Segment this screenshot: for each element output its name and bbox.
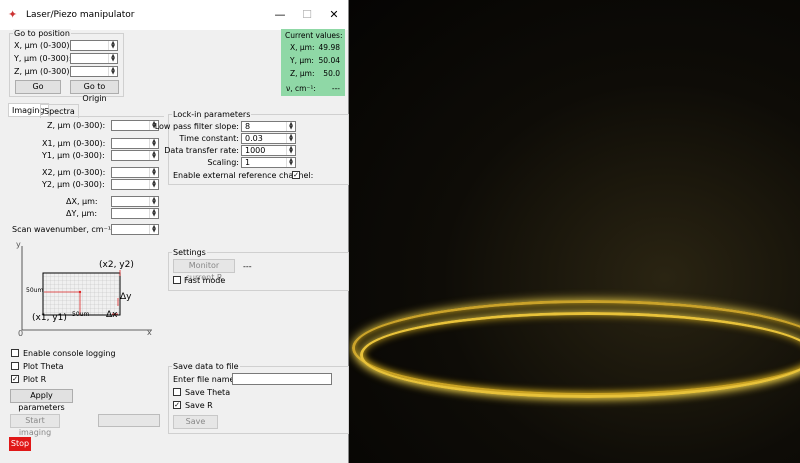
console-logging-checkbox[interactable] <box>11 349 19 357</box>
lpf-value: 8 <box>245 122 251 131</box>
current-x-value: 49.98 <box>318 43 340 52</box>
diagram-p2-label: (x2, y2) <box>99 260 134 270</box>
tc-label: Time constant: <box>179 134 239 143</box>
current-z-label: Z, µm: <box>290 69 315 78</box>
img-dy-input[interactable]: ▲ ▼ <box>111 208 159 219</box>
tc-value: 0.03 <box>245 134 263 143</box>
save-theta-label: Save Theta <box>185 388 231 397</box>
rate-input[interactable]: 1000 ▲ ▼ <box>241 145 296 156</box>
goto-y-label: Y, µm (0-300): <box>14 54 72 63</box>
diagram-y-axis-label: y <box>16 240 21 249</box>
file-name-label: Enter file name: <box>173 375 238 384</box>
img-scan-input[interactable]: ▲ ▼ <box>111 224 159 235</box>
img-x2-label: X2, µm (0-300): <box>42 168 106 177</box>
minimize-button[interactable]: — <box>270 7 290 23</box>
tc-input[interactable]: 0.03 ▲ ▼ <box>241 133 296 144</box>
current-v-value: --- <box>331 84 340 93</box>
img-z-label: Z, µm (0-300): <box>47 121 106 130</box>
go-button[interactable]: Go <box>15 80 61 94</box>
plot-theta-label: Plot Theta <box>23 362 64 371</box>
stop-button[interactable]: Stop <box>9 437 31 451</box>
lpf-input[interactable]: 8 ▲ ▼ <box>241 121 296 132</box>
app-icon: ✦ <box>8 8 18 21</box>
fast-mode-label: Fast mode <box>184 276 226 285</box>
apply-parameters-button[interactable]: Apply parameters <box>10 389 73 412</box>
diagram-height-label: 50um <box>26 287 44 294</box>
glowing-ring-front <box>360 312 800 398</box>
monitor-r-button[interactable]: Monitor current R <box>173 259 235 282</box>
settings-title: Settings <box>172 248 207 257</box>
save-r-label: Save R <box>185 401 213 410</box>
img-y2-label: Y2, µm (0-300): <box>42 180 105 189</box>
diagram-dx-label: Δx <box>106 310 118 320</box>
goto-z-input[interactable]: ▲ ▼ <box>70 66 118 77</box>
console-logging-label: Enable console logging <box>23 349 116 358</box>
goto-z-label: Z, µm (0-300): <box>14 67 73 76</box>
scaling-label: Scaling: <box>207 158 239 167</box>
plot-theta-checkbox[interactable] <box>11 362 19 370</box>
plot-r-label: Plot R <box>23 375 47 384</box>
window-title: Laser/Piezo manipulator <box>26 10 135 20</box>
current-z-value: 50.0 <box>323 69 340 78</box>
goto-x-label: X, µm (0-300): <box>14 41 73 50</box>
rate-label: Data transfer rate: <box>164 146 239 155</box>
file-name-input[interactable] <box>232 373 332 385</box>
current-values-panel: Current values: X, µm: 49.98 Y, µm: 50.0… <box>281 29 345 96</box>
start-imaging-button[interactable]: Start imaging <box>10 414 60 437</box>
imaging-progress-bar <box>98 414 160 427</box>
title-bar: ✦ Laser/Piezo manipulator — ☐ ✕ <box>0 0 348 30</box>
diagram-width-label: 50um <box>72 311 90 318</box>
img-dy-label: ΔY, µm: <box>66 209 98 218</box>
img-x2-input[interactable]: ▲ ▼ <box>111 167 159 178</box>
save-theta-checkbox[interactable] <box>173 388 181 396</box>
diagram-dy-label: Δy <box>120 292 132 302</box>
fast-mode-checkbox[interactable] <box>173 276 181 284</box>
scaling-value: 1 <box>245 158 251 167</box>
go-to-origin-button[interactable]: Go to Origin <box>70 80 119 103</box>
diagram-x-axis-label: x <box>147 328 152 337</box>
current-v-label: ν, cm⁻¹: <box>286 84 316 93</box>
img-dx-label: ΔX, µm: <box>66 197 98 206</box>
img-z-input[interactable]: ▲ ▼ <box>111 120 159 131</box>
save-r-checkbox[interactable]: ✓ <box>173 401 181 409</box>
save-button[interactable]: Save <box>173 415 218 429</box>
current-y-value: 50.04 <box>318 56 340 65</box>
img-scan-label: Scan wavenumber, cm⁻¹: <box>12 225 114 234</box>
current-x-label: X, µm: <box>290 43 315 52</box>
img-y1-input[interactable]: ▲ ▼ <box>111 150 159 161</box>
diagram-origin-label: 0 <box>18 329 24 338</box>
ext-ref-checkbox[interactable]: ✓ <box>292 171 300 179</box>
lpf-label: Low pass filter slope: <box>154 122 239 131</box>
goto-x-input[interactable]: ▲ ▼ <box>70 40 118 51</box>
monitor-r-value: --- <box>243 262 252 271</box>
rate-value: 1000 <box>245 146 266 155</box>
diagram-p1-label: (x1, y1) <box>32 313 67 323</box>
current-y-label: Y, µm: <box>290 56 314 65</box>
lockin-title: Lock-in parameters <box>172 110 252 119</box>
scaling-input[interactable]: 1 ▲ ▼ <box>241 157 296 168</box>
current-title: Current values: <box>285 31 343 40</box>
img-x1-label: X1, µm (0-300): <box>42 139 106 148</box>
img-dx-input[interactable]: ▲ ▼ <box>111 196 159 207</box>
maximize-button[interactable]: ☐ <box>297 7 317 23</box>
save-title: Save data to file <box>172 362 240 371</box>
img-y1-label: Y1, µm (0-300): <box>42 151 105 160</box>
plot-r-checkbox[interactable]: ✓ <box>11 375 19 383</box>
goto-title: Go to position <box>13 29 71 38</box>
app-window: ✦ Laser/Piezo manipulator — ☐ ✕ Go to po… <box>0 0 349 463</box>
img-y2-input[interactable]: ▲ ▼ <box>111 179 159 190</box>
goto-y-input[interactable]: ▲ ▼ <box>70 53 118 64</box>
close-button[interactable]: ✕ <box>324 7 344 23</box>
img-x1-input[interactable]: ▲ ▼ <box>111 138 159 149</box>
